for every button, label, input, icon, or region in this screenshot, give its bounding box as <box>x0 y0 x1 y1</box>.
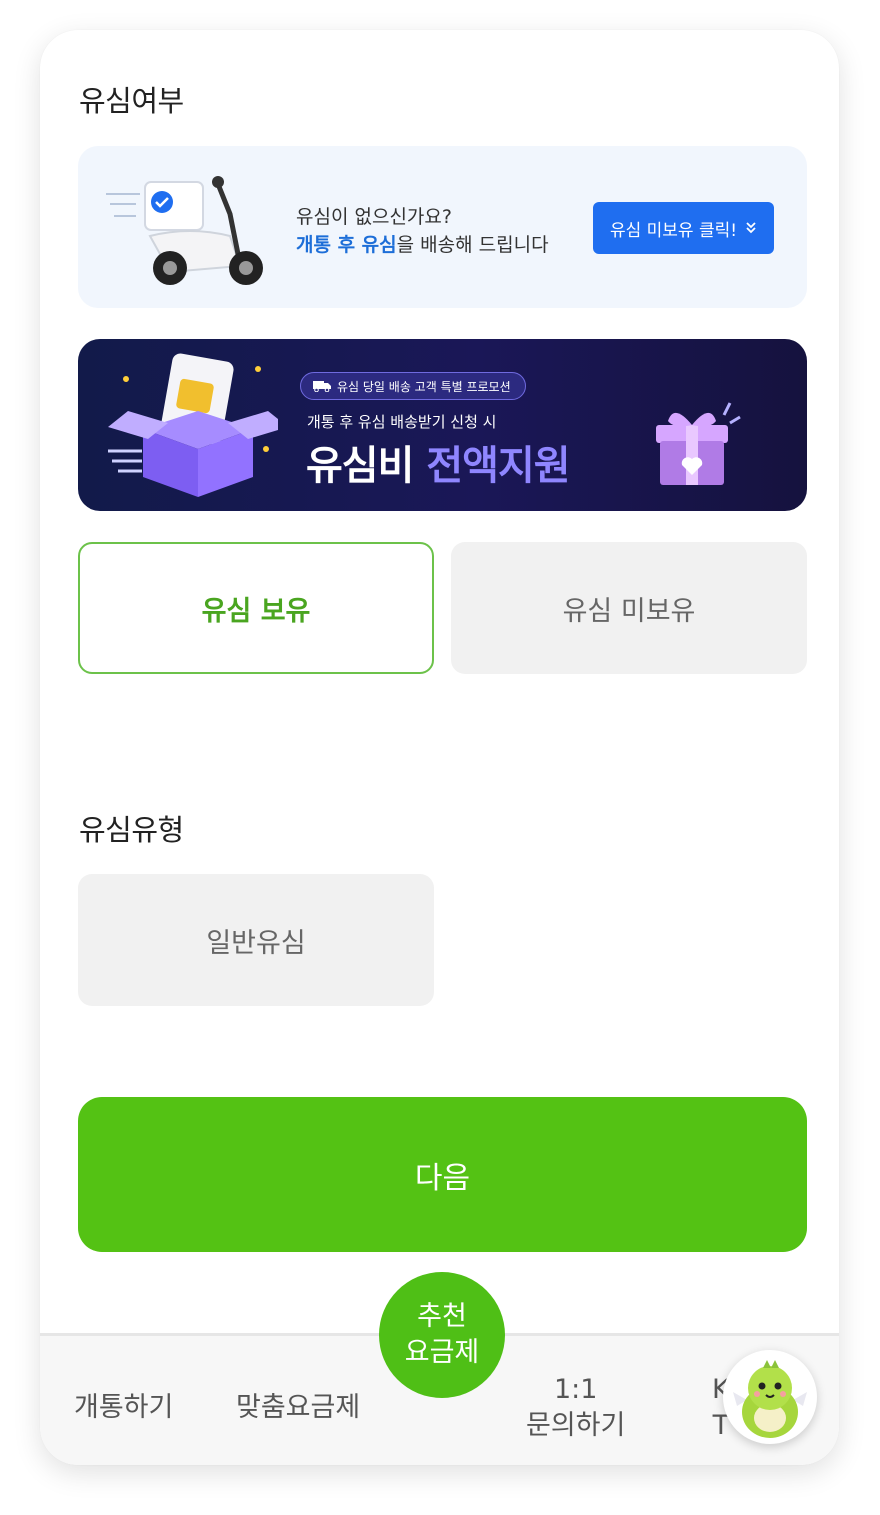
delivery-info-text: 개통 후 유심을 배송해 드립니다 <box>296 230 549 257</box>
recommended-plan-button[interactable]: 추천 요금제 <box>379 1272 505 1398</box>
sim-card-box-icon <box>108 353 278 497</box>
nav-custom-plan[interactable]: 맞춤요금제 <box>236 1390 360 1426</box>
sim-type-title: 유심유형 <box>79 813 184 847</box>
double-chevron-down-icon <box>746 222 756 234</box>
delivery-highlight-text: 개통 후 유심 <box>296 234 397 256</box>
promo-badge-text: 유심 당일 배송 고객 특별 프로모션 <box>337 379 511 394</box>
nav-activation[interactable]: 개통하기 <box>74 1390 173 1426</box>
next-button[interactable]: 다음 <box>78 1097 807 1252</box>
no-sim-click-button[interactable]: 유심 미보유 클릭! <box>593 202 774 254</box>
promo-banner[interactable]: 유심 당일 배송 고객 특별 프로모션 개통 후 유심 배송받기 신청 시 유심… <box>78 339 807 511</box>
promo-badge: 유심 당일 배송 고객 특별 프로모션 <box>300 372 526 400</box>
dinosaur-mascot-icon <box>733 1360 807 1438</box>
sim-owned-option[interactable]: 유심 보유 <box>78 542 434 674</box>
nav-inquiry[interactable]: 1:1 문의하기 <box>526 1372 625 1445</box>
sim-status-title: 유심여부 <box>79 84 184 118</box>
promo-subtitle: 개통 후 유심 배송받기 신청 시 <box>307 413 497 431</box>
no-sim-click-label: 유심 미보유 클릭! <box>609 220 738 241</box>
promo-headline-white: 유심비 <box>306 443 414 489</box>
sim-type-regular-option[interactable]: 일반유심 <box>78 874 434 1006</box>
delivery-scooter-icon <box>106 176 263 285</box>
promo-headline: 유심비 전액지원 <box>306 433 571 491</box>
truck-icon <box>313 381 331 392</box>
nav-inquiry-line2: 문의하기 <box>526 1410 626 1442</box>
gift-box-icon <box>656 402 741 485</box>
main-card: 유심여부 유심이 없으신가요? 개통 후 유심을 배송해 드립니다 유심 미보유… <box>40 30 839 1465</box>
sim-delivery-banner: 유심이 없으신가요? 개통 후 유심을 배송해 드립니다 유심 미보유 클릭! <box>78 146 807 308</box>
sim-not-owned-option[interactable]: 유심 미보유 <box>451 542 807 674</box>
chatbot-mascot-button[interactable] <box>723 1350 817 1444</box>
recommended-plan-line2: 요금제 <box>404 1337 480 1368</box>
delivery-rest-text: 을 배송해 드립니다 <box>396 234 549 256</box>
recommended-plan-line1: 추천 <box>417 1300 467 1332</box>
delivery-question-text: 유심이 없으신가요? <box>296 206 452 228</box>
promo-headline-purple: 전액지원 <box>426 443 570 489</box>
nav-inquiry-line1: 1:1 <box>553 1374 598 1405</box>
